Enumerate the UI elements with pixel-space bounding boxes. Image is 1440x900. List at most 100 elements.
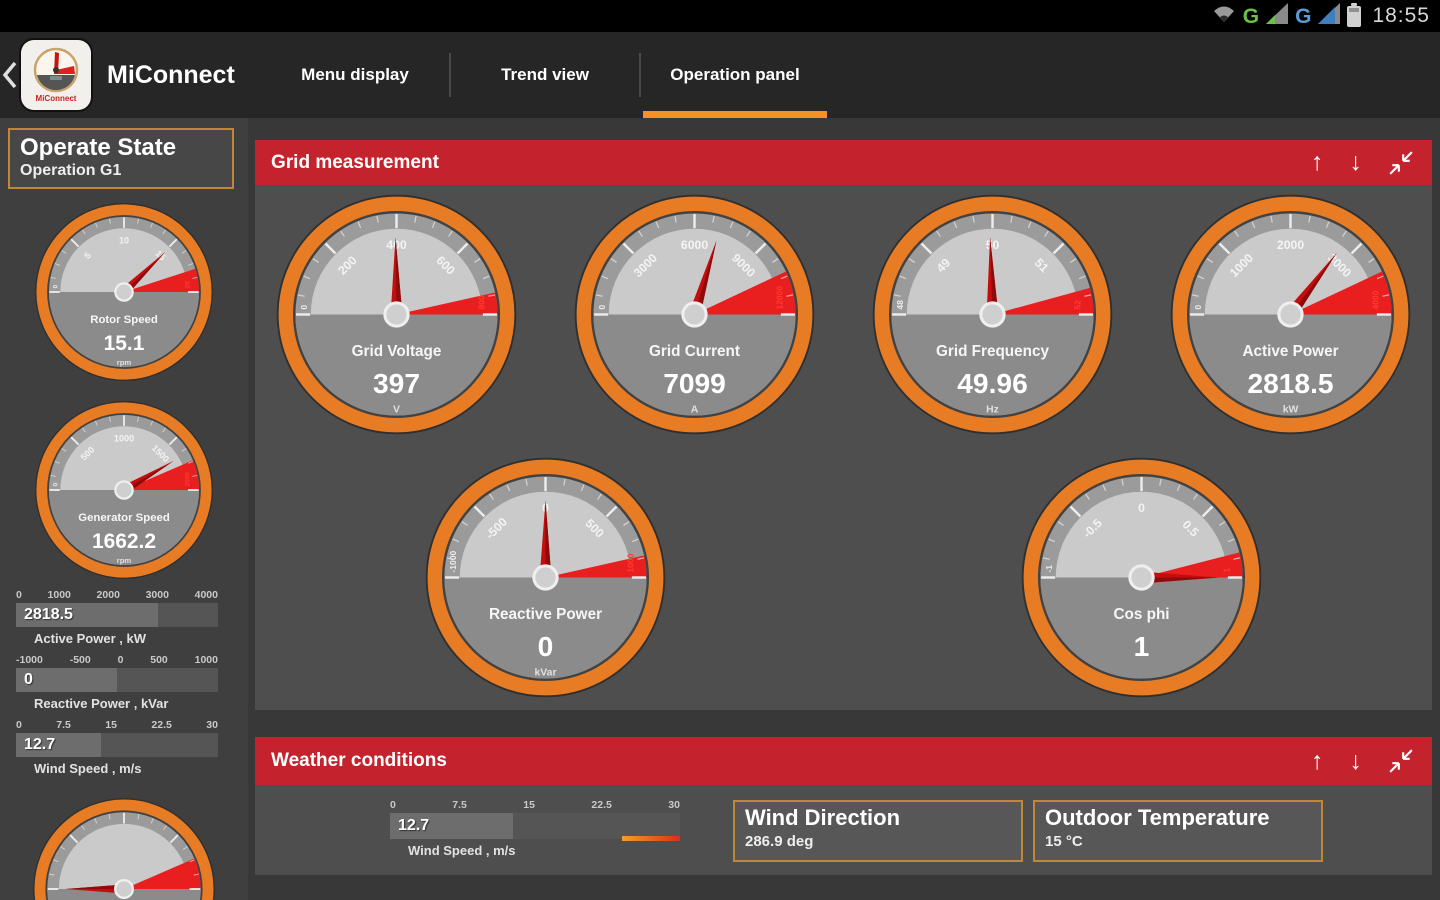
- bar-tick-label: 0: [117, 653, 124, 666]
- grid-measurement-panel: Grid measurement ↑ ↓ 200 400 600 0 800 Grid V…: [255, 140, 1432, 710]
- bar-scale: -1000 -500 0 500 1000: [16, 654, 218, 668]
- gauge-generator-speed: 500 1000 1500 0 2000 Generator Speed 1662.2 rpm: [33, 399, 215, 581]
- app-bar: MiConnect MiConnect Menu display Trend v…: [0, 32, 1440, 118]
- svg-text:15.1: 15.1: [104, 332, 145, 355]
- tab-menu-display[interactable]: Menu display: [261, 32, 449, 118]
- bar-label: Active Power , kW: [34, 630, 146, 646]
- app-icon[interactable]: MiConnect: [21, 40, 91, 110]
- bar-tick-label: 30: [206, 718, 218, 731]
- tab-trend-view[interactable]: Trend view: [451, 32, 639, 118]
- bar-value: 2818.5: [24, 605, 73, 623]
- bar-value: 12.7: [398, 817, 430, 834]
- svg-text:1: 1: [1134, 630, 1150, 662]
- weather-conditions-panel: Weather conditions ↑ ↓ 0 7.5 15 22.5 30 12.7…: [255, 737, 1432, 875]
- operate-state-box: Operate State Operation G1: [8, 128, 234, 189]
- svg-text:A: A: [691, 405, 699, 416]
- svg-text:1662.2: 1662.2: [92, 530, 156, 553]
- svg-text:Rotor Speed: Rotor Speed: [90, 314, 158, 326]
- bar-label: Wind Speed , m/s: [408, 843, 516, 858]
- svg-text:0: 0: [537, 630, 553, 662]
- bar-scale: 0 7.5 15 22.5 30: [390, 799, 680, 813]
- svg-text:0: 0: [1138, 501, 1145, 515]
- svg-text:-1: -1: [1044, 565, 1054, 573]
- svg-text:V: V: [393, 405, 400, 416]
- battery-icon: [1347, 2, 1362, 27]
- gauge-rotor-speed: 5 10 15 0 20 Rotor Speed 15.1 rpm: [33, 201, 215, 383]
- bar-tick-label: 0: [16, 588, 22, 601]
- content: Operate State Operation G1 5 10 15 0 20 Rotor…: [0, 118, 1440, 900]
- carrier2-letter: G: [1295, 4, 1312, 28]
- bar-wind-speed: 0 7.5 15 22.5 30 12.7 Wind Speed , m/s: [16, 719, 218, 776]
- bar-tick-label: 1000: [47, 588, 71, 601]
- weather-panel-body: 0 7.5 15 22.5 30 12.7 Wind Speed , m/s Wind …: [255, 785, 1432, 862]
- svg-text:2000: 2000: [185, 471, 192, 486]
- wind-direction-box: Wind Direction 286.9 deg: [733, 800, 1023, 862]
- svg-text:Active Power: Active Power: [1243, 343, 1339, 360]
- bar-tick-label: 7.5: [452, 799, 467, 811]
- scroll-up-icon[interactable]: ↑: [1311, 748, 1324, 774]
- bar-track: 0: [16, 667, 218, 692]
- gauge-active-power: 1000 2000 3000 0 4000 Active Power 2818.5 kW: [1168, 192, 1413, 437]
- svg-text:Grid Current: Grid Current: [649, 343, 740, 360]
- svg-text:Grid Frequency: Grid Frequency: [936, 343, 1050, 360]
- grid-panel-body: 200 400 600 0 800 Grid Voltage 397 V 3000 6000 90…: [255, 185, 1432, 710]
- status-bar: G G 18:55: [0, 0, 1440, 32]
- gauge-grid-voltage: 200 400 600 0 800 Grid Voltage 397 V: [274, 192, 519, 437]
- svg-text:1: 1: [1222, 568, 1232, 573]
- wind-direction-value: 286.9 deg: [745, 832, 814, 850]
- tab-operation-panel[interactable]: Operation panel: [641, 32, 829, 118]
- svg-text:397: 397: [373, 367, 420, 399]
- bar-tick-label: -500: [69, 653, 91, 666]
- bar-wind-speed-weather: 0 7.5 15 22.5 30 12.7 Wind Speed , m/s: [390, 799, 680, 858]
- svg-text:1000: 1000: [625, 553, 635, 572]
- bar-tick-label: 0: [390, 799, 396, 811]
- bar-tick-label: 7.5: [56, 718, 71, 731]
- bar-tick-label: -1000: [16, 653, 43, 666]
- scroll-down-icon[interactable]: ↓: [1350, 150, 1363, 175]
- gauge-row-2: -5000500-10001000Reactive Power0kVar -0.…: [255, 455, 1432, 700]
- svg-text:Hz: Hz: [986, 405, 999, 416]
- bar-tick-label: 500: [150, 653, 168, 666]
- svg-text:rpm: rpm: [117, 555, 132, 564]
- svg-text:4000: 4000: [1371, 290, 1381, 309]
- bar-tick-label: 15: [105, 718, 117, 731]
- svg-text:kW: kW: [1283, 405, 1299, 416]
- svg-text:1000: 1000: [114, 433, 134, 443]
- scroll-down-icon[interactable]: ↓: [1350, 748, 1363, 774]
- bar-tick-label: 2000: [96, 588, 120, 601]
- svg-text:0: 0: [299, 305, 309, 310]
- svg-text:7099: 7099: [663, 367, 726, 399]
- bar-value: 12.7: [24, 735, 56, 753]
- svg-text:800: 800: [476, 295, 486, 310]
- svg-text:Grid Voltage: Grid Voltage: [351, 343, 441, 360]
- operate-state-title: Operate State: [20, 134, 177, 161]
- bar-scale: 0 1000 2000 3000 4000: [16, 589, 218, 603]
- tab-active-underline: [643, 111, 827, 118]
- tab-label: Menu display: [301, 65, 409, 84]
- svg-text:12000: 12000: [775, 286, 785, 310]
- signal2-icon: [1318, 3, 1341, 29]
- scroll-up-icon[interactable]: ↑: [1311, 150, 1324, 175]
- grid-panel-title: Grid measurement: [271, 151, 439, 173]
- bar-scale: 0 7.5 15 22.5 30: [16, 719, 218, 733]
- wifi-icon: [1212, 4, 1236, 29]
- svg-text:50: 50: [986, 238, 1000, 252]
- svg-text:Reactive Power: Reactive Power: [489, 606, 602, 623]
- bar-track: 12.7: [390, 813, 680, 841]
- gauge-row-1: 200 400 600 0 800 Grid Voltage 397 V 3000 6000 90…: [255, 192, 1432, 437]
- tab-label: Trend view: [501, 65, 589, 84]
- back-button[interactable]: [2, 60, 17, 90]
- svg-text:0: 0: [597, 305, 607, 310]
- bar-tick-label: 4000: [194, 588, 218, 601]
- bar-tick-label: 0: [16, 718, 22, 731]
- outdoor-temperature-value: 15 °C: [1045, 832, 1083, 850]
- collapse-icon[interactable]: [1388, 150, 1414, 176]
- svg-text:10: 10: [119, 235, 129, 245]
- bar-track: 12.7: [16, 732, 218, 757]
- collapse-icon[interactable]: [1388, 748, 1414, 774]
- gauge-grid-frequency: 49 50 51 48 52 Grid Frequency 49.96 Hz: [870, 192, 1115, 437]
- app-icon-gauge: [33, 47, 79, 93]
- gauge-cos-phi: -0.5 0 0.5 -1 1 Cos phi 1: [1019, 455, 1264, 700]
- svg-text:48: 48: [895, 300, 905, 310]
- carrier1-letter: G: [1242, 4, 1260, 28]
